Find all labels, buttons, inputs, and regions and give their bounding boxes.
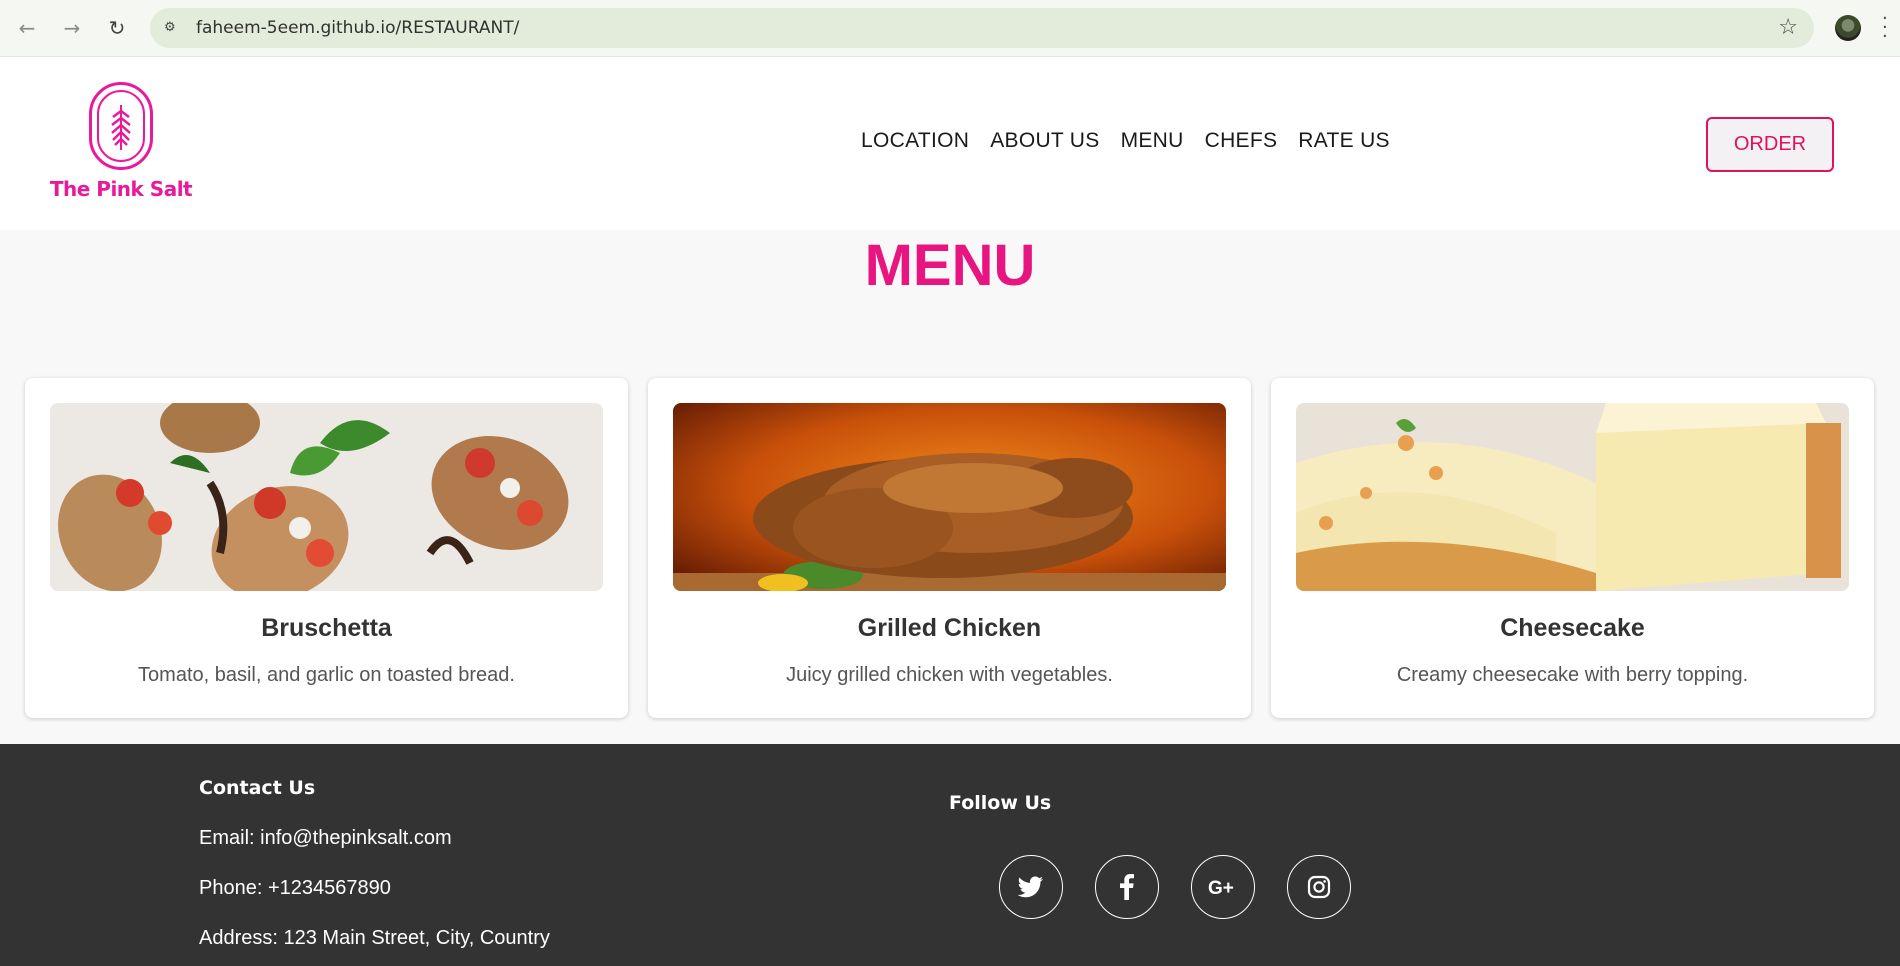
salt-leaf-emblem-icon xyxy=(89,82,153,170)
menu-card-grilled-chicken[interactable]: Grilled Chicken Juicy grilled chicken wi… xyxy=(648,378,1251,718)
logo-text: The Pink Salt xyxy=(49,177,193,201)
back-arrow-icon[interactable]: ← xyxy=(12,13,42,43)
grilled-chicken-photo xyxy=(673,403,1226,591)
card-description: Juicy grilled chicken with vegetables. xyxy=(786,664,1113,686)
nav-location[interactable]: LOCATION xyxy=(861,129,969,153)
instagram-icon[interactable] xyxy=(1287,855,1351,919)
leaf-icon xyxy=(111,105,131,150)
site-info-icon[interactable]: ⚙ xyxy=(164,18,184,38)
site-header: The Pink Salt LOCATION ABOUT US MENU CHE… xyxy=(0,57,1900,230)
nav-chefs[interactable]: CHEFS xyxy=(1205,129,1278,153)
follow-heading: Follow Us xyxy=(949,792,1052,814)
logo[interactable]: The Pink Salt xyxy=(46,82,196,202)
menu-card-bruschetta[interactable]: Bruschetta Tomato, basil, and garlic on … xyxy=(25,378,628,718)
reload-icon[interactable]: ↻ xyxy=(102,13,132,43)
main-nav: LOCATION ABOUT US MENU CHEFS RATE US xyxy=(861,129,1390,153)
nav-menu[interactable]: MENU xyxy=(1121,129,1184,153)
card-description: Tomato, basil, and garlic on toasted bre… xyxy=(138,664,515,686)
card-title: Bruschetta xyxy=(261,614,392,642)
contact-address: Address: 123 Main Street, City, Country xyxy=(199,927,550,949)
order-button[interactable]: ORDER xyxy=(1706,117,1834,172)
nav-about-us[interactable]: ABOUT US xyxy=(990,129,1099,153)
card-description: Creamy cheesecake with berry topping. xyxy=(1396,664,1749,686)
menu-card-cheesecake[interactable]: Cheesecake Creamy cheesecake with berry … xyxy=(1271,378,1874,718)
cheesecake-photo xyxy=(1296,403,1849,591)
address-bar[interactable]: ⚙ faheem-5eem.github.io/RESTAURANT/ ☆ xyxy=(150,8,1814,48)
contact-heading: Contact Us xyxy=(199,777,316,799)
contact-email: Email: info@thepinksalt.com xyxy=(199,827,452,849)
nav-rate-us[interactable]: RATE US xyxy=(1298,129,1390,153)
menu-title: MENU xyxy=(864,233,1036,298)
card-title: Cheesecake xyxy=(1500,614,1645,642)
facebook-icon[interactable] xyxy=(1095,855,1159,919)
forward-arrow-icon[interactable]: → xyxy=(57,13,87,43)
bookmark-star-icon[interactable]: ☆ xyxy=(1778,16,1798,40)
bruschetta-photo xyxy=(50,403,603,591)
twitter-icon[interactable] xyxy=(999,855,1063,919)
site-footer: Contact Us Email: info@thepinksalt.com P… xyxy=(0,744,1900,966)
url-text[interactable]: faheem-5eem.github.io/RESTAURANT/ xyxy=(196,18,519,38)
browser-toolbar: ← → ↻ ⚙ faheem-5eem.github.io/RESTAURANT… xyxy=(0,0,1900,57)
google-plus-icon[interactable]: G+ xyxy=(1191,855,1255,919)
browser-menu-icon[interactable]: · · · xyxy=(1882,10,1888,46)
card-title: Grilled Chicken xyxy=(857,614,1042,642)
profile-avatar[interactable] xyxy=(1835,15,1861,41)
svg-text:G+: G+ xyxy=(1208,878,1234,897)
contact-phone: Phone: +1234567890 xyxy=(199,877,391,899)
